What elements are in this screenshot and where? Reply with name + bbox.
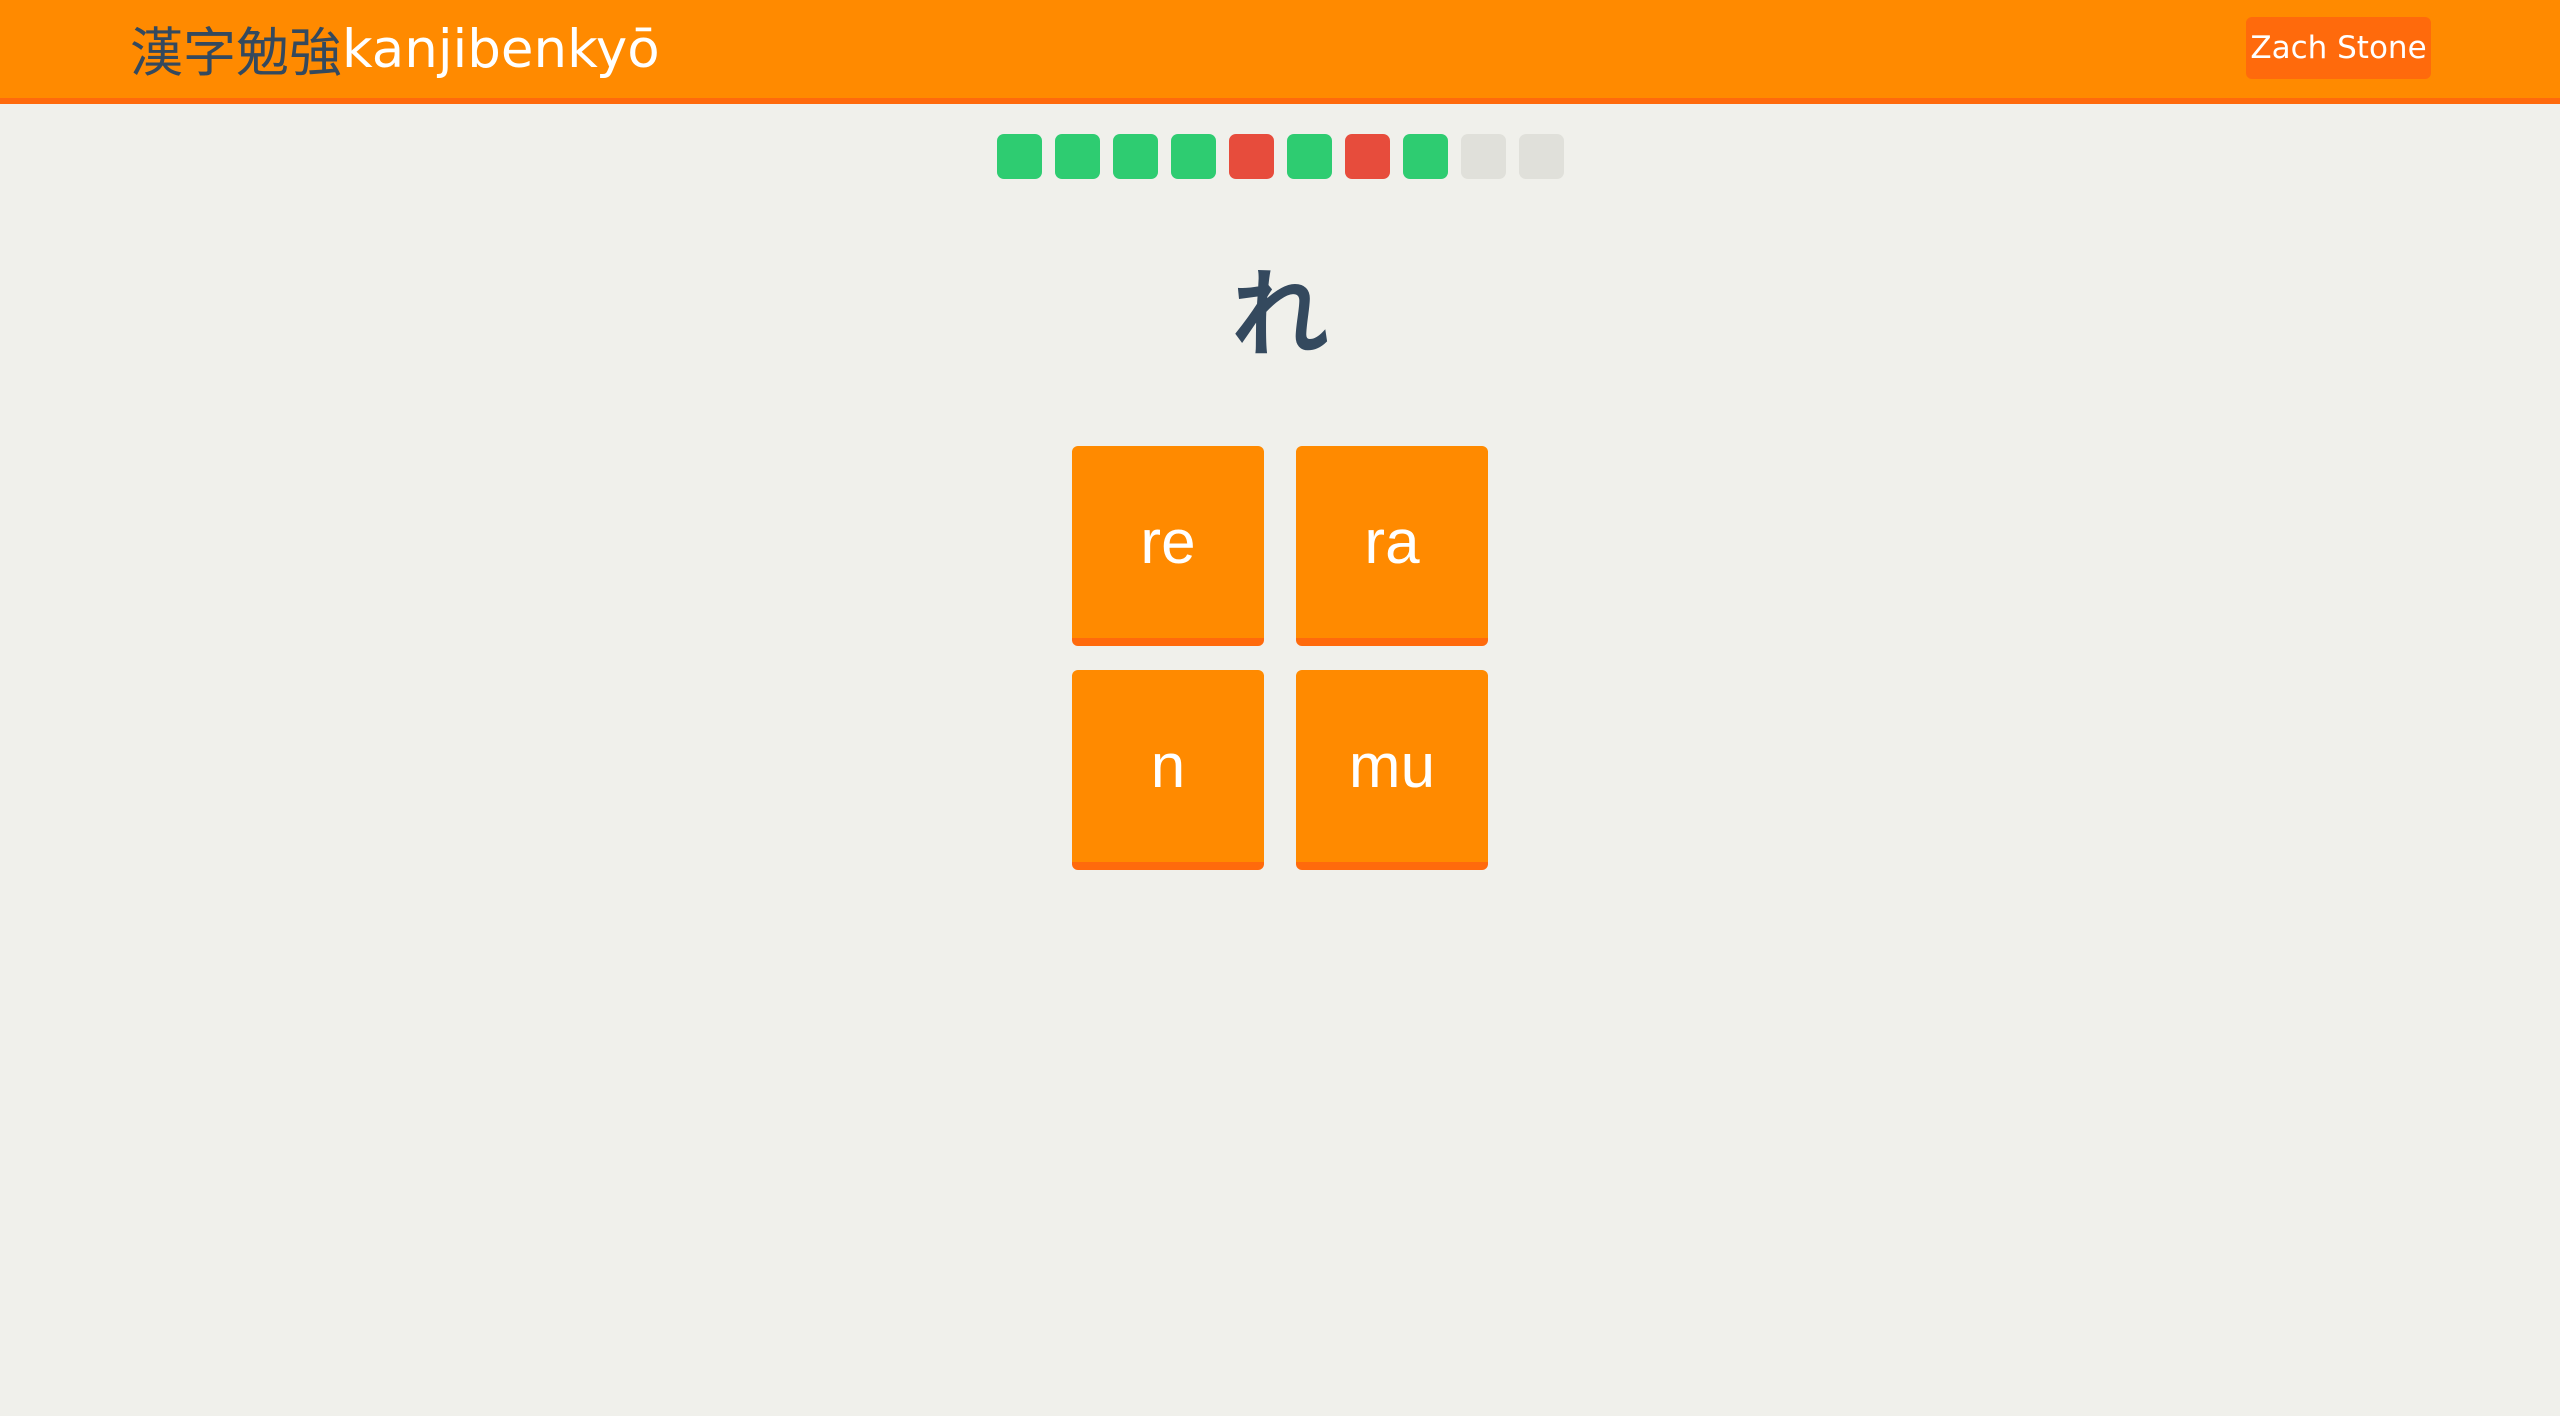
progress-dot-wrong [1345,134,1390,179]
question-character: れ [1232,259,1328,371]
progress-dot-correct [1403,134,1448,179]
answer-button-1[interactable]: re [1072,446,1264,646]
progress-dot-pending [1519,134,1564,179]
answer-button-4[interactable]: mu [1296,670,1488,870]
user-menu-button[interactable]: Zach Stone [2246,17,2431,79]
brand-logo[interactable]: 漢字勉強 kanjibenkyō [130,0,660,98]
progress-dot-correct [1113,134,1158,179]
progress-dot-correct [1287,134,1332,179]
answer-button-2[interactable]: ra [1296,446,1488,646]
brand-kanji: 漢字勉強 [130,23,342,84]
answer-button-3[interactable]: n [1072,670,1264,870]
progress-dot-pending [1461,134,1506,179]
progress-dot-correct [1171,134,1216,179]
quiz-progress [997,134,1564,179]
progress-dot-wrong [1229,134,1274,179]
top-navbar: 漢字勉強 kanjibenkyō Zach Stone [0,0,2560,104]
progress-dot-correct [1055,134,1100,179]
answer-grid: re ra n mu [1072,446,1488,870]
brand-romaji: kanjibenkyō [342,18,660,80]
progress-dot-correct [997,134,1042,179]
